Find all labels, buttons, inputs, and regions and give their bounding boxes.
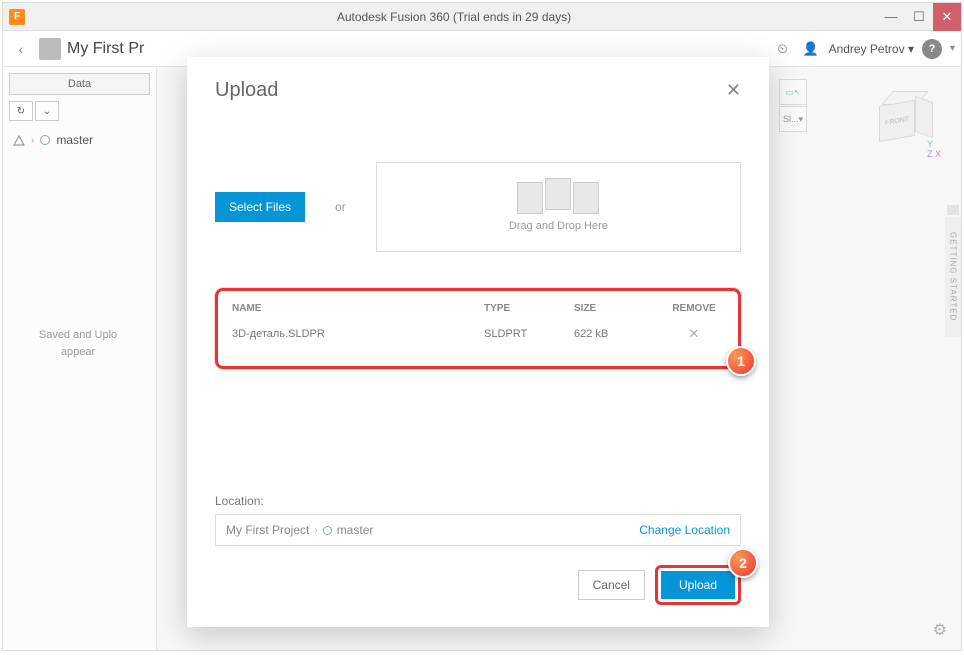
help-dropdown-icon[interactable]: ▾ (950, 43, 955, 54)
side-panel: Data ↻ ⌄ › master Saved and Uplo appear (3, 67, 157, 650)
remove-file-button[interactable]: ✕ (664, 326, 724, 342)
file-size: 622 kB (574, 328, 664, 340)
dropzone[interactable]: Drag and Drop Here (376, 162, 741, 252)
side-status-text: Saved and Uplo appear (13, 327, 143, 360)
file-row: 3D-деталь.SLDPR SLDPRT 622 kB ✕ (224, 318, 732, 346)
file-type: SLDPRT (484, 328, 574, 340)
avatar-icon[interactable]: 👤 (801, 39, 821, 59)
or-label: or (335, 200, 346, 214)
data-tab[interactable]: Data (9, 73, 150, 95)
col-remove: REMOVE (664, 303, 724, 314)
doc-icon (573, 182, 599, 214)
col-size: SIZE (574, 303, 664, 314)
location-label: Location: (215, 494, 741, 508)
tree-item-master[interactable]: › master (3, 125, 156, 155)
location-path: My First Project › master (226, 523, 373, 537)
chevron-right-icon: › (314, 525, 317, 536)
col-type: TYPE (484, 303, 574, 314)
change-location-link[interactable]: Change Location (639, 523, 730, 537)
callout-2: 2 (728, 548, 758, 578)
minimize-button[interactable]: — (877, 3, 905, 31)
close-button[interactable]: ✕ (933, 3, 961, 31)
location-box: My First Project › master Change Locatio… (215, 514, 741, 546)
triangle-icon (13, 134, 25, 146)
modal-title: Upload (215, 79, 278, 102)
circle-icon (40, 135, 50, 145)
doc-icon (517, 182, 543, 214)
upload-modal: Upload ✕ Select Files or Drag and Drop H… (187, 57, 769, 627)
chevron-right-icon: › (31, 135, 34, 146)
file-name: 3D-деталь.SLDPR (232, 328, 484, 340)
clock-icon[interactable]: ⏲ (773, 39, 793, 59)
refresh-button[interactable]: ↻ (9, 101, 33, 121)
col-name: NAME (232, 303, 484, 314)
maximize-button[interactable]: ☐ (905, 3, 933, 31)
upload-highlight: Upload 2 (655, 565, 741, 605)
modal-close-button[interactable]: ✕ (726, 80, 741, 101)
window-titlebar: F Autodesk Fusion 360 (Trial ends in 29 … (3, 3, 961, 31)
project-icon (39, 38, 61, 60)
select-files-button[interactable]: Select Files (215, 192, 305, 222)
dropzone-icons (517, 182, 599, 214)
dropdown-button[interactable]: ⌄ (35, 101, 59, 121)
project-title: My First Pr (67, 40, 144, 58)
user-name-label[interactable]: Andrey Petrov ▾ (829, 42, 914, 56)
window-title: Autodesk Fusion 360 (Trial ends in 29 da… (31, 10, 877, 24)
back-button[interactable]: ‹ (9, 37, 33, 61)
tree-item-label: master (56, 133, 93, 147)
upload-button[interactable]: Upload (661, 571, 735, 599)
cancel-button[interactable]: Cancel (578, 570, 645, 600)
app-icon: F (9, 9, 25, 25)
help-icon[interactable]: ? (922, 39, 942, 59)
dropzone-label: Drag and Drop Here (509, 220, 608, 232)
doc-icon (545, 178, 571, 210)
circle-icon (323, 526, 332, 535)
file-list: NAME TYPE SIZE REMOVE 3D-деталь.SLDPR SL… (215, 288, 741, 369)
callout-1: 1 (726, 346, 756, 376)
file-list-header: NAME TYPE SIZE REMOVE (224, 299, 732, 318)
